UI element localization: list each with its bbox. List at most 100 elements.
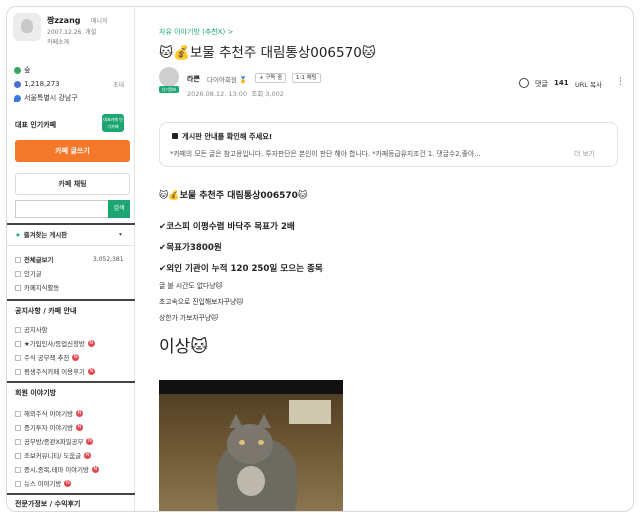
location-pin-icon	[14, 94, 21, 102]
cafe-name[interactable]: 짱zzang	[47, 15, 81, 26]
content-line-foreign: ✔외인 기관이 누적 120 250일 모으는 종목	[159, 264, 323, 274]
notice-more-link[interactable]: 더 보기	[572, 148, 595, 158]
board-breadcrumb[interactable]: 자유 이야기방 (추천X) >	[159, 27, 233, 37]
board-icon	[15, 284, 21, 291]
favorites-divider	[7, 223, 135, 225]
menu-label: 평생주식카페 이용후기	[24, 368, 85, 376]
new-badge: N	[64, 480, 72, 487]
level-icon	[14, 66, 21, 74]
sidebar-item-greeting[interactable]: ★가입인사/등업신청방 N	[15, 339, 95, 348]
cafe-chat-button[interactable]: 카페 채팅	[15, 173, 130, 195]
board-icon	[15, 438, 21, 445]
board-icon	[15, 354, 21, 361]
new-badge: N	[76, 410, 84, 417]
chevron-down-icon[interactable]: ▾	[119, 231, 122, 238]
one-on-one-chat-button[interactable]: 1:1 채팅	[292, 73, 321, 83]
board-icon	[15, 256, 21, 263]
new-badge: N	[84, 452, 92, 459]
board-icon	[15, 410, 21, 417]
board-icon	[15, 368, 21, 375]
menu-popular[interactable]: 인기글	[15, 269, 42, 278]
sidebar-item-books[interactable]: 주식 공부책 추천 N	[15, 353, 80, 362]
content-line-entry: 초고속으로 진입해보자꾸냥🐱	[159, 298, 244, 306]
comment-icon[interactable]	[519, 78, 529, 88]
invite-link[interactable]: 초대	[113, 80, 124, 89]
board-icon	[15, 480, 21, 487]
cat-photo[interactable]	[159, 380, 343, 511]
section-divider	[7, 381, 135, 383]
sidebar-item-market[interactable]: 증시,종목,테마 이야기방 N	[15, 465, 99, 474]
menu-label: 증시,종목,테마 이야기방	[24, 466, 89, 474]
favorites-label: 즐겨찾는 게시판	[23, 231, 68, 239]
content-big-text: 이상🐱	[159, 337, 209, 357]
menu-knowledge[interactable]: 카페지식활동	[15, 283, 59, 292]
post-title: 🐱💰보물 추천주 대림통상006570🐱	[159, 45, 376, 61]
notice-icon	[172, 133, 178, 139]
author-name[interactable]: 라쁜	[187, 74, 200, 84]
content-line-price: ✔목표가3800원	[159, 243, 222, 253]
location-row: 서울특별시 강남구	[14, 93, 78, 103]
new-badge: N	[91, 466, 99, 473]
post-main: 자유 이야기방 (추천X) > 🐱💰보물 추천주 대림통상006570🐱 인기멤…	[147, 7, 633, 511]
comment-count[interactable]: 141	[554, 79, 569, 87]
section-members-title: 회원 이야기방	[15, 389, 57, 397]
post-views: 조회 3,002	[251, 90, 284, 98]
sidebar-item-study[interactable]: 공부방/종관X파일공부 N	[15, 437, 94, 446]
window-frame: 짱zzang 매니저 2007.12.26. 개설 카페소개 숲 1,218,2…	[6, 6, 634, 512]
sidebar-item-community[interactable]: 조보커뮤니티/ 도움글 N	[15, 451, 92, 460]
notice-body: *카페의 모든 글은 참고용입니다. 투자판단은 본인이 판단 해야 합니다. …	[170, 150, 481, 158]
new-badge: N	[87, 340, 95, 347]
sidebar-item-reviews[interactable]: 평생주식카페 이용후기 N	[15, 367, 95, 376]
best-cafe-label: 대표 인기카페	[15, 121, 57, 129]
menu-label: 카페지식활동	[24, 284, 60, 292]
member-count[interactable]: 1,218,273	[24, 80, 60, 88]
more-options-icon[interactable]: ⋮	[616, 77, 625, 87]
board-icon	[15, 466, 21, 473]
cafe-sidebar: 짱zzang 매니저 2007.12.26. 개설 카페소개 숲 1,218,2…	[7, 7, 135, 511]
menu-label: ★가입인사/등업신청방	[24, 340, 85, 348]
new-badge: N	[76, 424, 84, 431]
menu-label: 조보커뮤니티/ 도움글	[24, 452, 82, 460]
cafe-level: 숲	[24, 66, 31, 74]
cafe-search-input[interactable]	[15, 200, 108, 218]
sidebar-item-notice[interactable]: 공지사항	[15, 325, 48, 334]
post-date: 2026.08.12. 13:00	[187, 90, 248, 98]
menu-label: 인기글	[24, 270, 42, 278]
board-icon	[15, 452, 21, 459]
menu-label: 공지사항	[24, 326, 48, 334]
content-title: 🐱💰보물 추천주 대림통상006570🐱	[159, 191, 308, 201]
best-cafe-badge[interactable]: 대표카페 인기카페	[102, 114, 124, 132]
cafe-date: 2007.12.26. 개설	[47, 29, 97, 36]
url-copy-button[interactable]: URL 복사	[575, 79, 602, 89]
board-notice: 게시판 안내를 확인해 주세요! *카페의 모든 글은 참고용입니다. 투자판단…	[159, 122, 618, 167]
cafe-intro-link[interactable]: 카페소개	[47, 37, 69, 46]
post-meta: 2026.08.12. 13:00 조회 3,002	[187, 88, 284, 98]
notice-title: 게시판 안내를 확인해 주세요!	[182, 132, 273, 141]
favorites-toggle[interactable]: ★ 즐겨찾는 게시판	[15, 230, 68, 240]
menu-label: 주식 공부책 추천	[24, 354, 70, 362]
cafe-logo[interactable]	[13, 13, 41, 41]
divider	[7, 245, 135, 246]
menu-label: 증기투자 이야기방	[24, 424, 74, 432]
cafe-level-row: 숲	[14, 65, 30, 75]
menu-label: 공부방/종관X파일공부	[24, 438, 84, 446]
menu-all-posts[interactable]: 전체글보기 3,052,381	[15, 255, 124, 264]
sidebar-item-overseas[interactable]: 해외주식 이야기방 N	[15, 409, 84, 418]
avatar[interactable]: 인기멤버	[159, 67, 179, 93]
author-grade: 다이아회원 🥇	[207, 76, 248, 84]
cafe-location: 서울특별시 강남구	[24, 94, 78, 102]
menu-label: 해외주식 이야기방	[24, 410, 74, 418]
avatar-tag: 인기멤버	[159, 86, 179, 93]
board-icon	[15, 326, 21, 333]
cafe-search-button[interactable]: 검색	[108, 200, 130, 218]
section-divider	[7, 493, 135, 495]
sidebar-item-news[interactable]: 뉴스 이야기방 N	[15, 479, 72, 488]
comment-label[interactable]: 댓글	[535, 79, 548, 89]
section-notice-title: 공지사항 / 카페 안내	[15, 307, 77, 315]
menu-label: 전체글보기	[24, 256, 54, 264]
write-post-button[interactable]: 카페 글쓰기	[15, 140, 130, 162]
subscribe-button[interactable]: + 구독 중	[255, 73, 287, 83]
board-icon	[15, 340, 21, 347]
sidebar-item-invest[interactable]: 증기투자 이야기방 N	[15, 423, 84, 432]
member-row: 1,218,273 초대	[14, 79, 130, 89]
